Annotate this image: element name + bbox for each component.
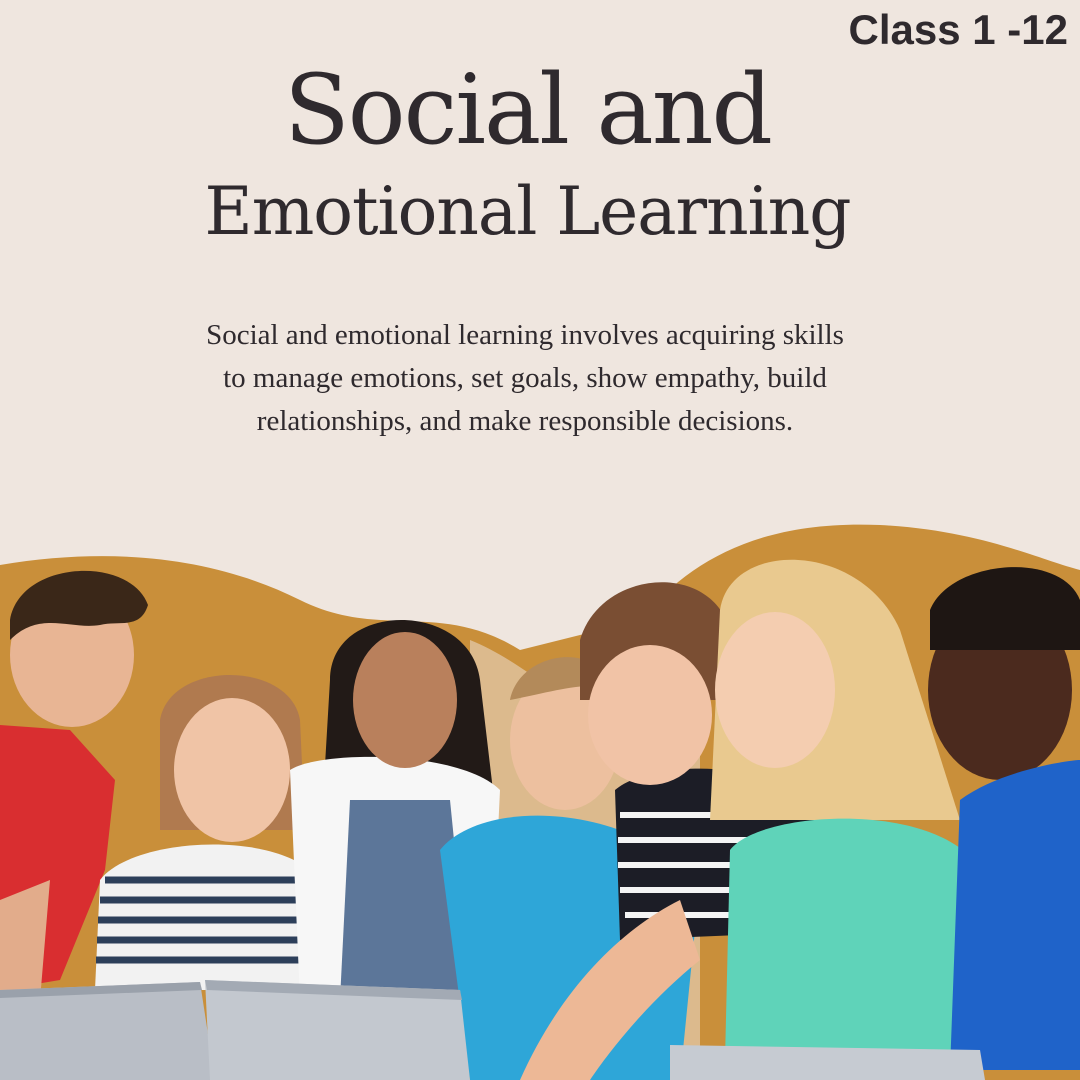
laptop-center: [205, 980, 470, 1080]
laptop-right: [670, 1045, 985, 1080]
students-group-illustration: [0, 524, 1080, 1080]
page-title-line-1: Social and: [284, 54, 773, 166]
page-title-line-2: Emotional Learning: [204, 173, 852, 250]
class-range-label: Class 1 -12: [848, 6, 1068, 53]
description-text: Social and emotional learning involves a…: [206, 319, 844, 437]
laptop-left: [0, 982, 215, 1080]
